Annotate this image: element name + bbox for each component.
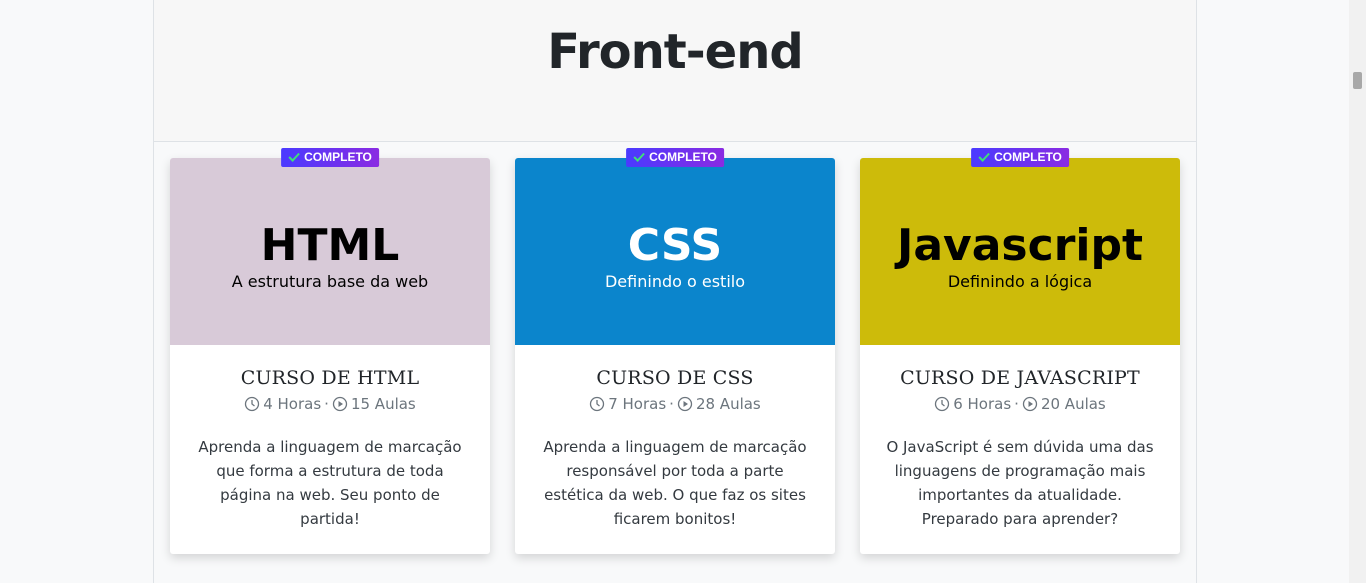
main-container: Front-end COMPLETO HTML A estrutura base… [153, 0, 1197, 583]
card-body: CURSO DE HTML 4 Horas · 15 Aulas Aprenda… [170, 345, 490, 531]
course-lessons: 20 Aulas [1040, 395, 1106, 413]
clock-icon [935, 396, 950, 412]
banner-title: CSS [627, 219, 723, 271]
clock-icon [590, 396, 605, 412]
banner-subtitle: Definindo a lógica [947, 271, 1093, 291]
banner-title: HTML [260, 219, 400, 271]
card-body: CURSO DE JAVASCRIPT 6 Horas · 20 Aulas O… [860, 345, 1180, 531]
badge-label: COMPLETO [304, 150, 372, 164]
course-name[interactable]: CURSO DE JAVASCRIPT [860, 367, 1180, 389]
banner-subtitle: Definindo o estilo [604, 271, 745, 291]
check-icon [633, 152, 645, 162]
section-header: Front-end [154, 0, 1196, 142]
course-description: Aprenda a linguagem de marcação que form… [198, 438, 462, 528]
course-description: O JavaScript é sem dúvida uma das lingua… [886, 438, 1154, 528]
scrollbar-thumb[interactable] [1353, 72, 1362, 89]
course-card-javascript[interactable]: COMPLETO Javascript Definindo a lógica C… [860, 148, 1180, 554]
course-lessons: 28 Aulas [695, 395, 761, 413]
page-title: Front-end [547, 24, 803, 80]
check-icon [978, 152, 990, 162]
course-card-html[interactable]: COMPLETO HTML A estrutura base da web CU… [170, 148, 490, 554]
course-banner: CSS Definindo o estilo [515, 158, 835, 345]
meta-separator: · [324, 395, 329, 413]
badge-label: COMPLETO [649, 150, 717, 164]
completed-badge: COMPLETO [626, 148, 724, 167]
completed-badge: COMPLETO [971, 148, 1069, 167]
course-lessons: 15 Aulas [350, 395, 416, 413]
banner-title: Javascript [896, 219, 1144, 271]
course-meta: 7 Horas · 28 Aulas [515, 395, 835, 413]
check-icon [288, 152, 300, 162]
meta-separator: · [669, 395, 674, 413]
course-hours: 4 Horas [263, 395, 322, 413]
vertical-scrollbar[interactable] [1349, 0, 1366, 583]
course-banner: HTML A estrutura base da web [170, 158, 490, 345]
course-name[interactable]: CURSO DE HTML [170, 367, 490, 389]
course-banner: Javascript Definindo a lógica [860, 158, 1180, 345]
course-description: Aprenda a linguagem de marcação responsá… [543, 438, 807, 528]
clock-icon [245, 396, 260, 412]
course-meta: 4 Horas · 15 Aulas [170, 395, 490, 413]
meta-separator: · [1014, 395, 1019, 413]
play-circle-icon [332, 396, 348, 412]
course-card-css[interactable]: COMPLETO CSS Definindo o estilo CURSO DE… [515, 148, 835, 554]
play-circle-icon [677, 396, 693, 412]
course-hours: 6 Horas [953, 395, 1012, 413]
course-meta: 6 Horas · 20 Aulas [860, 395, 1180, 413]
play-circle-icon [1022, 396, 1038, 412]
course-hours: 7 Horas [608, 395, 667, 413]
banner-subtitle: A estrutura base da web [231, 271, 429, 291]
completed-badge: COMPLETO [281, 148, 379, 167]
badge-label: COMPLETO [994, 150, 1062, 164]
card-body: CURSO DE CSS 7 Horas · 28 Aulas Aprenda … [515, 345, 835, 531]
course-name[interactable]: CURSO DE CSS [515, 367, 835, 389]
